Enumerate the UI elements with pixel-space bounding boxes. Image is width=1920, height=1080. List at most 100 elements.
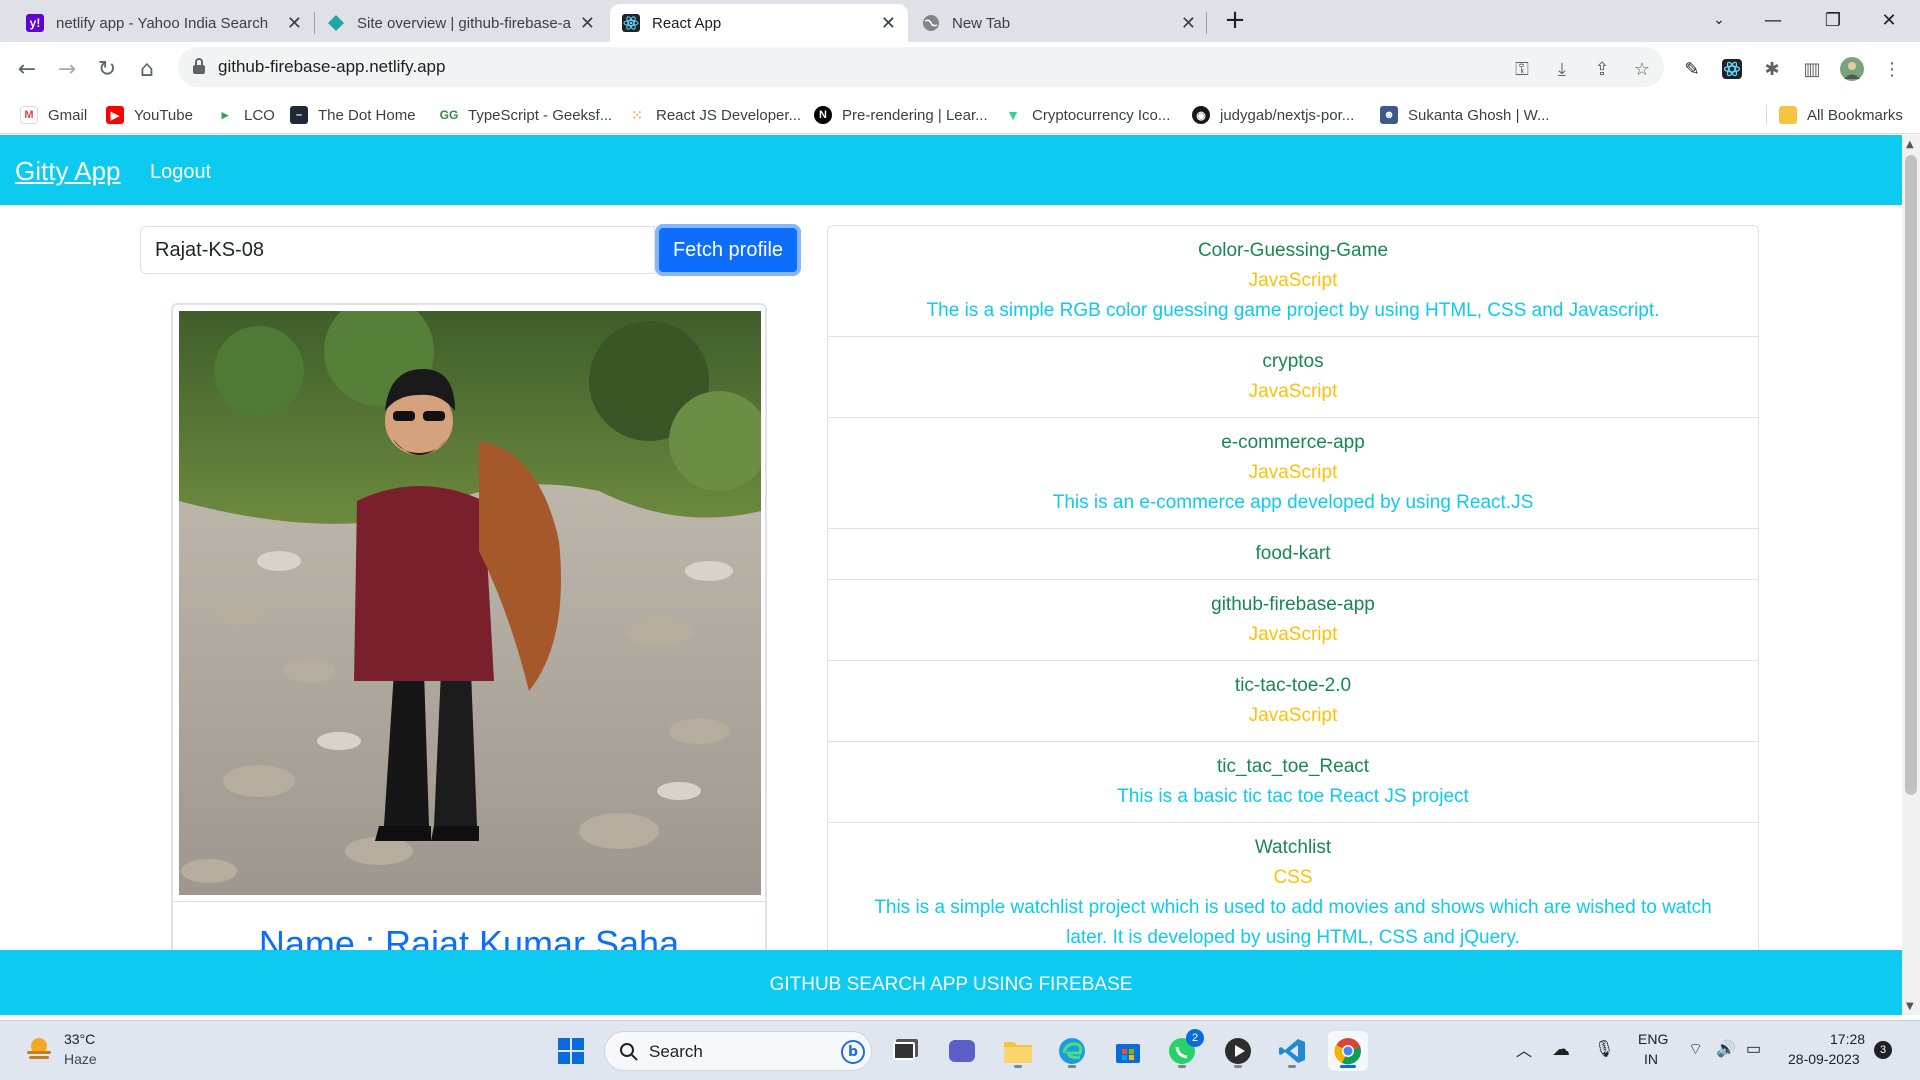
key-icon[interactable]: ⚿ (1509, 56, 1535, 82)
tab-separator (1206, 12, 1207, 34)
dot-icon: – (290, 106, 308, 124)
scroll-up-arrow-icon[interactable]: ▲ (1906, 140, 1916, 150)
repo-name: food-kart (1255, 543, 1331, 564)
clock-date[interactable]: 28-09-2023 (1788, 1051, 1860, 1067)
repo-item[interactable]: Color-Guessing-Game JavaScript The is a … (828, 226, 1758, 337)
tab-yahoo-search[interactable]: y! netlify app - Yahoo India Search ✕ (14, 4, 314, 42)
brand-link[interactable]: Gitty App (15, 156, 121, 187)
profile-avatar-icon[interactable] (1839, 56, 1865, 82)
bookmark-lco[interactable]: ▸ LCO (216, 102, 275, 128)
repo-description: This is an e-commerce app developed by u… (1052, 492, 1534, 513)
close-icon[interactable]: ✕ (881, 13, 896, 34)
forward-arrow-icon[interactable]: → (50, 52, 84, 86)
fetch-profile-button[interactable]: Fetch profile (655, 224, 801, 276)
yahoo-icon: y! (26, 14, 44, 32)
microphone-icon[interactable]: 🎙 (1594, 1039, 1614, 1059)
repo-item[interactable]: cryptos JavaScript (828, 337, 1758, 418)
app-navbar: Gitty App Logout (0, 135, 1902, 205)
bookmark-cryptocurrency[interactable]: ▼ Cryptocurrency Ico... (1004, 102, 1170, 128)
show-hidden-icons-chevron-icon[interactable]: ︿ (1516, 1037, 1532, 1061)
chrome-menu-icon[interactable]: ⋮ (1879, 56, 1905, 82)
task-view-icon[interactable] (884, 1031, 924, 1071)
wifi-icon[interactable]: ⌔ (1688, 1039, 1703, 1059)
battery-icon[interactable]: ▭ (1746, 1039, 1761, 1059)
bookmark-label: YouTube (134, 106, 193, 124)
react-devtools-icon[interactable] (1719, 56, 1745, 82)
side-panel-icon[interactable]: ▥ (1799, 56, 1825, 82)
whatsapp-icon[interactable]: 2 (1162, 1029, 1204, 1071)
page-scrollbar[interactable]: ▲ ▼ (1902, 135, 1920, 1015)
tab-netlify[interactable]: Site overview | github-firebase-a ✕ (315, 4, 607, 42)
bookmark-label: TypeScript - Geeksf... (468, 106, 613, 124)
bookmark-judygab[interactable]: ◉ judygab/nextjs-por... (1192, 102, 1354, 128)
microsoft-store-icon[interactable] (1108, 1031, 1148, 1071)
logout-link[interactable]: Logout (150, 161, 211, 184)
bookmark-typescript-geeks[interactable]: GG TypeScript - Geeksf... (440, 102, 613, 128)
tab-new-tab[interactable]: New Tab ✕ (910, 4, 1208, 42)
close-icon[interactable]: ✕ (1181, 13, 1196, 34)
restore-icon[interactable]: ❐ (1810, 0, 1856, 40)
repo-item[interactable]: food-kart (828, 529, 1758, 580)
home-icon[interactable]: ⌂ (130, 52, 164, 86)
minimize-icon[interactable]: — (1750, 0, 1796, 40)
browser-toolbar: ← → ↻ ⌂ github-firebase-app.netlify.app … (0, 42, 1920, 96)
weather-haze-icon[interactable] (24, 1034, 54, 1064)
onedrive-cloud-icon[interactable]: ☁ (1552, 1039, 1570, 1060)
github-username-input[interactable] (140, 226, 655, 274)
language-bottom[interactable]: IN (1644, 1051, 1658, 1067)
close-icon[interactable]: ✕ (580, 13, 595, 34)
vscode-icon[interactable] (1272, 1031, 1312, 1071)
react-icon (622, 14, 640, 32)
bookmarks-bar: M Gmail ▶ YouTube ▸ LCO – The Dot Home GG Typ… (0, 96, 1920, 134)
extensions-puzzle-icon[interactable]: ✱ (1759, 56, 1785, 82)
chrome-icon[interactable] (1328, 1031, 1368, 1071)
edge-browser-icon[interactable] (1052, 1031, 1092, 1071)
star-bookmark-icon[interactable]: ☆ (1629, 56, 1655, 82)
bookmark-sukanta-ghosh[interactable]: ☻ Sukanta Ghosh | W... (1380, 102, 1549, 128)
scroll-down-arrow-icon[interactable]: ▼ (1906, 1002, 1916, 1012)
avatar-icon: ☻ (1380, 106, 1398, 124)
windows-start-icon[interactable] (551, 1031, 591, 1071)
clock-time[interactable]: 17:28 (1830, 1031, 1865, 1047)
notification-badge[interactable]: 3 (1874, 1041, 1892, 1059)
repo-item[interactable]: Watchlist CSS This is a simple watchlist… (828, 823, 1758, 964)
tab-react-app[interactable]: React App ✕ (610, 4, 908, 42)
bing-chat-icon[interactable]: b (841, 1040, 865, 1064)
tab-title: Site overview | github-firebase-a (357, 14, 571, 32)
install-app-icon[interactable]: ⤓ (1549, 56, 1575, 82)
repo-item[interactable]: e-commerce-app JavaScript This is an e-c… (828, 418, 1758, 529)
close-icon[interactable]: ✕ (287, 13, 302, 34)
play-icon: ▸ (221, 107, 229, 122)
media-player-icon[interactable] (1218, 1031, 1258, 1071)
repo-language: JavaScript (1248, 270, 1338, 291)
bookmark-youtube[interactable]: ▶ YouTube (106, 102, 193, 128)
bookmark-label: Sukanta Ghosh | W... (1408, 106, 1550, 124)
bookmark-react-js-developer[interactable]: ⁙ React JS Developer... (628, 102, 801, 128)
new-tab-plus-icon[interactable]: + (1212, 0, 1258, 40)
search-icon (620, 1043, 638, 1061)
bookmark-the-dot-home[interactable]: – The Dot Home (290, 102, 416, 128)
bookmark-pre-rendering[interactable]: N Pre-rendering | Lear... (814, 102, 988, 128)
all-bookmarks[interactable]: All Bookmarks (1766, 102, 1903, 128)
netlify-icon (327, 14, 345, 32)
repo-name: tic-tac-toe-2.0 (1234, 675, 1352, 696)
back-arrow-icon[interactable]: ← (10, 52, 44, 86)
tab-search-chevron-icon[interactable]: ⌄ (1696, 0, 1742, 40)
share-icon[interactable]: ⇪ (1589, 56, 1615, 82)
repo-description: This is a basic tic tac toe React JS pro… (1117, 786, 1469, 807)
repo-item[interactable]: tic_tac_toe_React This is a basic tic ta… (828, 742, 1758, 823)
github-icon: ◉ (1192, 106, 1210, 124)
reload-icon[interactable]: ↻ (90, 52, 124, 86)
bookmark-gmail[interactable]: M Gmail (20, 102, 87, 128)
file-explorer-icon[interactable] (998, 1031, 1038, 1071)
repo-item[interactable]: tic-tac-toe-2.0 JavaScript (828, 661, 1758, 742)
scrollbar-thumb[interactable] (1905, 155, 1917, 795)
teams-chat-icon[interactable] (942, 1031, 982, 1071)
language-top[interactable]: ENG (1638, 1031, 1668, 1047)
repo-item[interactable]: github-firebase-app JavaScript (828, 580, 1758, 661)
taskbar-search-box[interactable]: Search b (604, 1031, 872, 1071)
eyedropper-extension-icon[interactable]: ✎ (1679, 56, 1705, 82)
window-close-icon[interactable]: ✕ (1866, 0, 1912, 40)
address-bar[interactable]: github-firebase-app.netlify.app (178, 47, 1664, 87)
volume-icon[interactable]: 🔊 (1716, 1039, 1736, 1059)
